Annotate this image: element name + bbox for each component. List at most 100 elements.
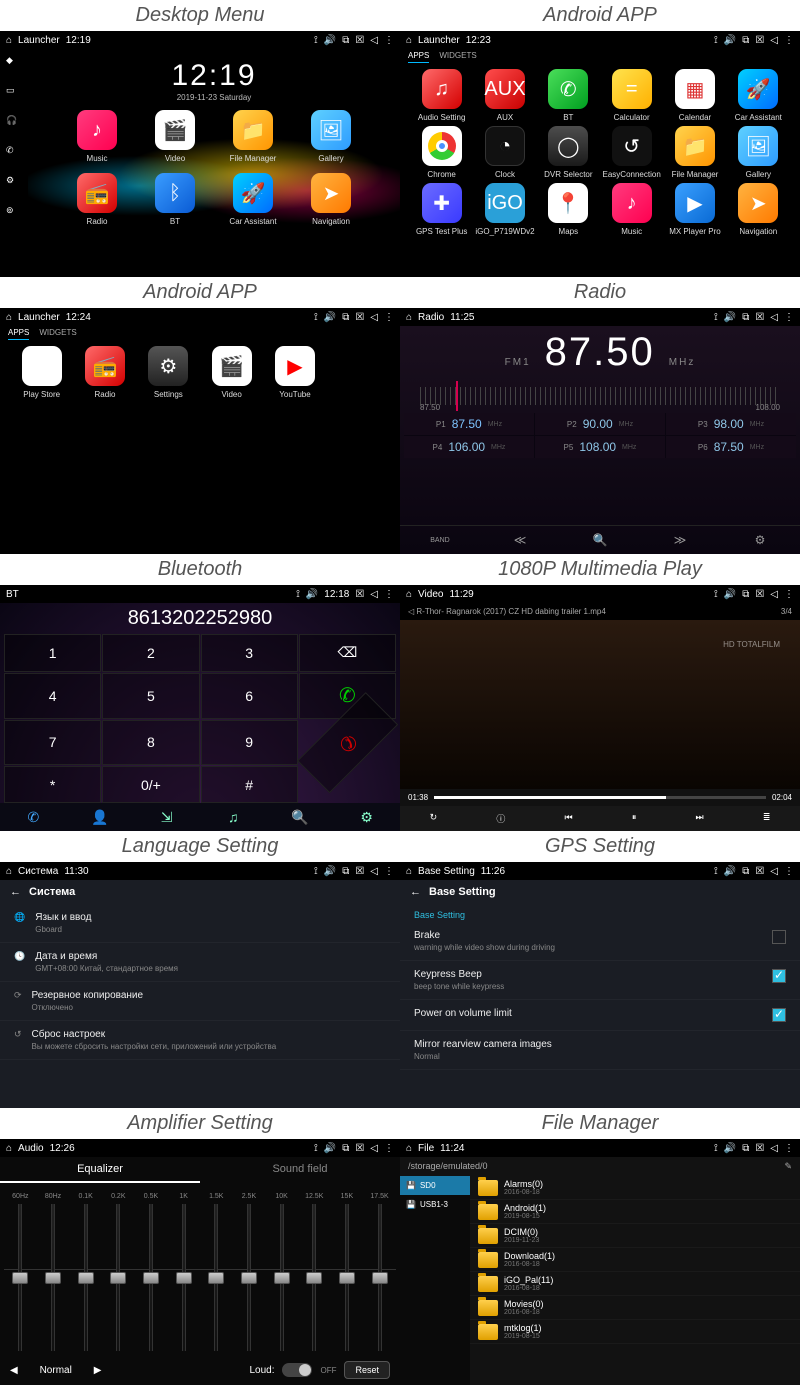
eq-slider[interactable] <box>247 1204 251 1351</box>
close-icon[interactable]: ☒ <box>355 35 364 46</box>
app-bt[interactable]: ᛒBT <box>144 173 206 226</box>
eq-slider[interactable] <box>312 1204 316 1351</box>
screenshot-icon[interactable]: ⧉ <box>742 312 749 323</box>
volume-icon[interactable]: 🔊 <box>324 35 336 46</box>
back-icon[interactable]: ◁ <box>770 589 778 600</box>
key-0/+[interactable]: 0/+ <box>102 766 199 803</box>
seek-down-button[interactable]: ≪ <box>505 530 535 550</box>
checkbox[interactable] <box>772 930 786 944</box>
screenshot-icon[interactable]: ⧉ <box>342 312 349 323</box>
tab-soundfield[interactable]: Sound field <box>200 1157 400 1183</box>
eq-slider[interactable] <box>18 1204 22 1351</box>
search-button[interactable]: 🔍 <box>585 530 615 550</box>
key-1[interactable]: 1 <box>4 634 101 672</box>
folder-row[interactable]: iGO_Pal(11)2016-08-18 <box>470 1272 800 1296</box>
key-3[interactable]: 3 <box>201 634 298 672</box>
volume-icon[interactable]: 🔊 <box>324 312 336 323</box>
back-icon[interactable]: ◁ <box>370 589 378 600</box>
eq-slider[interactable] <box>84 1204 88 1351</box>
menu-icon[interactable]: ⋮ <box>784 866 794 877</box>
app-maps[interactable]: 📍Maps <box>537 183 600 236</box>
edit-icon[interactable]: ✎ <box>784 1161 792 1172</box>
menu-icon[interactable]: ⋮ <box>784 312 794 323</box>
dial-needle[interactable] <box>456 381 458 411</box>
menu-icon[interactable]: ⋮ <box>384 312 394 323</box>
preset-P3[interactable]: P398.00MHz <box>666 413 796 435</box>
settings-button[interactable]: ⚙ <box>745 530 775 550</box>
back-icon[interactable]: ◁ <box>770 866 778 877</box>
app-mx-player-pro[interactable]: ▶MX Player Pro <box>663 183 726 236</box>
app-igo-p719wdv2[interactable]: iGOiGO_P719WDv2 <box>473 183 536 236</box>
volume-icon[interactable]: 🔊 <box>724 866 736 877</box>
apps-icon[interactable]: ⊚ <box>6 205 22 221</box>
key-7[interactable]: 7 <box>4 720 101 766</box>
menu-icon[interactable]: ⋮ <box>784 589 794 600</box>
app-file-manager[interactable]: 📁File Manager <box>663 126 726 179</box>
music-tab[interactable]: ♫ <box>223 809 243 825</box>
app-radio[interactable]: 📻Radio <box>66 173 128 226</box>
app-play-store[interactable]: ▶Play Store <box>10 346 73 399</box>
tab-apps[interactable]: APPS <box>8 328 29 340</box>
app-radio[interactable]: 📻Radio <box>73 346 136 399</box>
back-arrow[interactable]: ← <box>10 886 21 898</box>
nav-icon[interactable]: ◆ <box>6 55 22 71</box>
reset-button[interactable]: Reset <box>344 1361 390 1379</box>
app-file-manager[interactable]: 📁File Manager <box>222 110 284 163</box>
app-navigation[interactable]: ➤Navigation <box>727 183 790 236</box>
volume-icon[interactable]: 🔊 <box>724 35 736 46</box>
checkbox[interactable] <box>772 1008 786 1022</box>
volume-icon[interactable]: 🔊 <box>306 589 318 600</box>
tab-apps[interactable]: APPS <box>408 51 429 63</box>
phone-icon[interactable]: ✆ <box>6 145 22 161</box>
radio-icon[interactable]: ▭ <box>6 85 22 101</box>
key-delete[interactable]: ⌫ <box>299 634 396 672</box>
app-video[interactable]: 🎬Video <box>200 346 263 399</box>
eq-slider[interactable] <box>378 1204 382 1351</box>
home-icon[interactable]: ⌂ <box>6 1143 12 1154</box>
screenshot-icon[interactable]: ⧉ <box>342 866 349 877</box>
settings-tab[interactable]: ⚙ <box>357 809 377 825</box>
back-arrow[interactable]: ← <box>410 886 421 898</box>
pair-tab[interactable]: ⇲ <box>157 809 177 825</box>
search-tab[interactable]: 🔍 <box>290 809 310 825</box>
home-icon[interactable]: ⌂ <box>406 35 412 46</box>
app-car-assistant[interactable]: 🚀Car Assistant <box>222 173 284 226</box>
headphones-icon[interactable]: 🎧 <box>6 115 22 131</box>
eq-slider[interactable] <box>214 1204 218 1351</box>
folder-row[interactable]: DCIM(0)2019-11-23 <box>470 1224 800 1248</box>
key-2[interactable]: 2 <box>102 634 199 672</box>
app-gallery[interactable]: 🖼Gallery <box>300 110 362 163</box>
preset-P4[interactable]: P4106.00MHz <box>404 436 534 458</box>
contacts-tab[interactable]: 👤 <box>90 809 110 825</box>
app-settings[interactable]: ⚙Settings <box>137 346 200 399</box>
close-icon[interactable]: ☒ <box>755 35 764 46</box>
band-button[interactable]: BAND <box>425 530 455 550</box>
app-car-assistant[interactable]: 🚀Car Assistant <box>727 69 790 122</box>
close-icon[interactable]: ☒ <box>755 866 764 877</box>
back-icon[interactable]: ◁ <box>370 1143 378 1154</box>
screenshot-icon[interactable]: ⧉ <box>742 589 749 600</box>
key-*[interactable]: * <box>4 766 101 803</box>
setting-item[interactable]: ⟳Резервное копированиеОтключено <box>0 982 400 1021</box>
back-icon[interactable]: ◁ <box>770 35 778 46</box>
screenshot-icon[interactable]: ⧉ <box>742 1143 749 1154</box>
home-icon[interactable]: ⌂ <box>6 866 12 877</box>
pause-button[interactable]: ⏸ <box>632 812 637 825</box>
info-button[interactable]: ⓘ <box>496 812 505 825</box>
screenshot-icon[interactable]: ⧉ <box>742 866 749 877</box>
home-icon[interactable]: ⌂ <box>406 866 412 877</box>
volume-icon[interactable]: 🔊 <box>324 1143 336 1154</box>
app-easyconnection[interactable]: ↺EasyConnection <box>600 126 663 179</box>
setting-item[interactable]: 🌐Язык и вводGboard <box>0 904 400 943</box>
prev-button[interactable]: ⏮ <box>565 812 573 825</box>
app-music[interactable]: ♪Music <box>600 183 663 236</box>
home-icon[interactable]: ⌂ <box>406 312 412 323</box>
eq-slider[interactable] <box>149 1204 153 1351</box>
eq-slider[interactable] <box>280 1204 284 1351</box>
home-icon[interactable]: ⌂ <box>6 35 12 46</box>
playlist-button[interactable]: ≣ <box>763 812 771 825</box>
app-dvr-selector[interactable]: ◯DVR Selector <box>537 126 600 179</box>
volume-icon[interactable]: 🔊 <box>724 1143 736 1154</box>
app-music[interactable]: ♪Music <box>66 110 128 163</box>
app-clock[interactable]: ◔Clock <box>473 126 536 179</box>
